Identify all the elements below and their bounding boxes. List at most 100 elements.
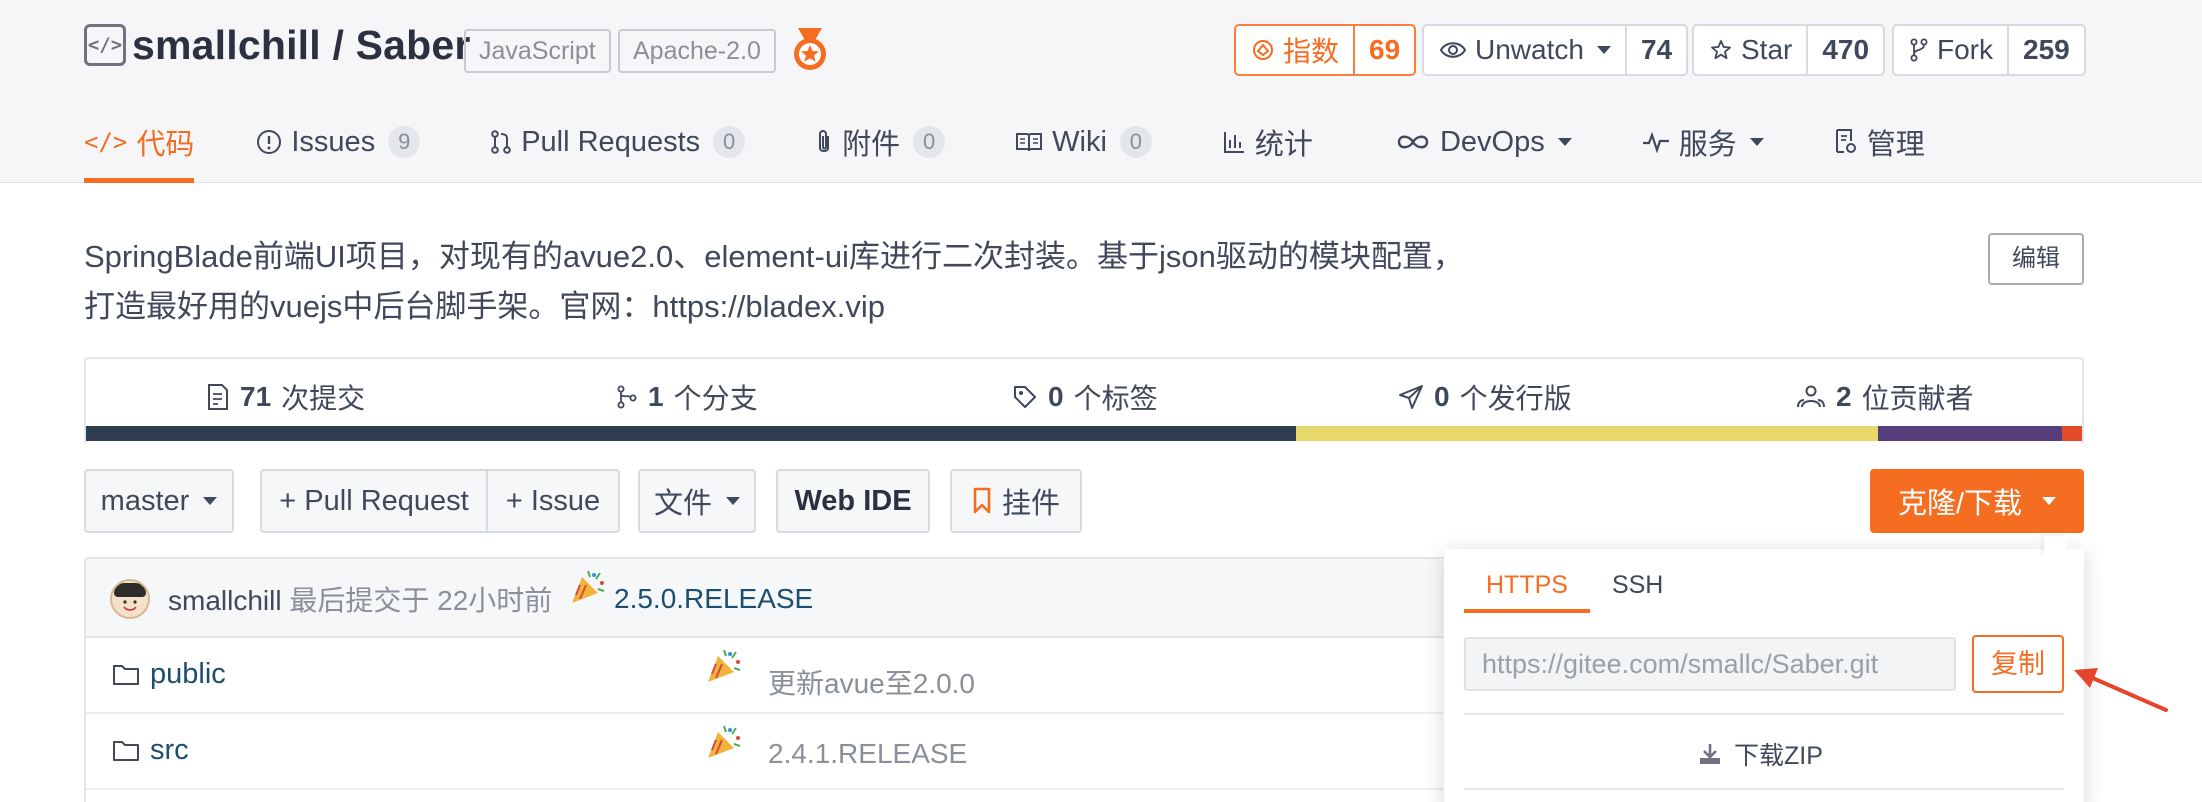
branches-summary[interactable]: 1 个分支	[616, 377, 758, 417]
commits-count: 71	[240, 381, 272, 412]
releases-count: 0	[1434, 381, 1450, 412]
commits-summary[interactable]: 71 次提交	[206, 377, 365, 417]
tab-issues[interactable]: Issues 9	[256, 114, 421, 170]
tab-https[interactable]: HTTPS	[1464, 567, 1590, 613]
new-pull-request-button[interactable]: + Pull Request	[260, 469, 488, 533]
new-issue-button[interactable]: + Issue	[486, 469, 620, 533]
pull-request-icon	[491, 130, 512, 154]
tab-manage-label: 管理	[1866, 129, 1925, 161]
download-zip-link[interactable]: 下载ZIP	[1698, 736, 1823, 772]
divider	[1464, 713, 2064, 715]
book-icon	[1016, 133, 1043, 152]
contributors-count: 2	[1836, 381, 1852, 412]
star-count[interactable]: 470	[1808, 26, 1883, 74]
tab-wiki-label: Wiki	[1052, 125, 1107, 158]
edit-description-button[interactable]: 编辑	[1988, 233, 2084, 285]
avatar[interactable]	[110, 579, 150, 619]
repo-header: </> smallchill / Saber JavaScript Apache…	[0, 0, 2202, 183]
file-name[interactable]: public	[150, 658, 226, 691]
index-stat[interactable]: 指数 69	[1234, 24, 1417, 76]
clone-url-field[interactable]: https://gitee.com/smallc/Saber.git	[1464, 637, 1956, 691]
attachments-count-badge: 0	[913, 126, 946, 158]
branch-select-label: master	[100, 484, 190, 517]
repo-code-icon: </>	[84, 24, 126, 66]
infinity-icon	[1397, 135, 1429, 149]
fork-stat[interactable]: Fork 259	[1892, 24, 2086, 76]
language-bar-segment[interactable]	[1878, 426, 2063, 441]
issues-count-badge: 9	[388, 126, 421, 158]
widget-label: 挂件	[1001, 488, 1060, 520]
chevron-down-icon	[2042, 497, 2057, 505]
tab-code[interactable]: </> 代码	[84, 114, 195, 183]
file-name[interactable]: src	[150, 734, 189, 767]
commit-time: 最后提交于 22小时前	[289, 585, 553, 616]
tab-pull-requests[interactable]: Pull Requests 0	[490, 114, 746, 170]
folder-icon	[113, 665, 139, 685]
tab-manage[interactable]: 管理	[1834, 114, 1925, 170]
wiki-count-badge: 0	[1119, 126, 1152, 158]
repo-description: SpringBlade前端UI项目，对现有的avue2.0、element-ui…	[84, 232, 1534, 332]
web-ide-button[interactable]: Web IDE	[776, 469, 930, 533]
clone-download-button[interactable]: 克隆/下载	[1870, 469, 2084, 533]
commit-author-line: smallchill 最后提交于 22小时前	[168, 579, 552, 619]
fork-count[interactable]: 259	[2009, 26, 2084, 74]
tab-devops[interactable]: DevOps	[1395, 114, 1572, 170]
settings-doc-icon	[1835, 129, 1856, 153]
language-bar-segment[interactable]	[2062, 426, 2082, 441]
file-commit-message[interactable]: 更新avue至2.0.0	[768, 662, 975, 702]
tab-ssh[interactable]: SSH	[1590, 567, 1685, 613]
tab-stats[interactable]: 统计	[1222, 114, 1313, 170]
party-popper-icon	[708, 725, 741, 758]
language-tag[interactable]: JavaScript	[464, 29, 611, 73]
commit-message[interactable]: 2.5.0.RELEASE	[614, 583, 813, 615]
repo-title[interactable]: smallchill / Saber	[132, 22, 471, 69]
copy-url-button[interactable]: 复制	[1972, 635, 2064, 693]
language-bar-segment[interactable]	[1295, 426, 1879, 441]
eye-icon	[1440, 42, 1466, 58]
watch-count[interactable]: 74	[1627, 26, 1686, 74]
tab-stats-label: 统计	[1254, 129, 1313, 161]
language-bar-segment[interactable]	[86, 426, 1296, 441]
contributors-summary[interactable]: 2 位贡献者	[1796, 377, 1974, 417]
tags-summary[interactable]: 0 个标签	[1012, 377, 1158, 417]
commit-author[interactable]: smallchill	[168, 585, 282, 616]
branches-count: 1	[648, 381, 664, 412]
unwatch-button[interactable]: Unwatch	[1424, 26, 1627, 74]
commits-label: 次提交	[281, 383, 366, 414]
star-button[interactable]: Star	[1694, 26, 1809, 74]
tag-icon	[1014, 386, 1036, 408]
branches-label: 个分支	[673, 383, 758, 414]
download-zip-label: 下载ZIP	[1734, 742, 1823, 770]
widget-button[interactable]: 挂件	[950, 469, 1082, 533]
star-label: Star	[1741, 34, 1793, 65]
tab-issues-label: Issues	[291, 125, 376, 158]
tags-label: 个标签	[1073, 383, 1158, 414]
contributors-icon	[1797, 385, 1825, 408]
license-tag[interactable]: Apache-2.0	[618, 29, 776, 73]
description-line-2: 打造最好用的vuejs中后台脚手架。官网：https://bladex.vip	[84, 289, 886, 324]
tab-attachments[interactable]: 附件 0	[815, 114, 946, 170]
watch-stat[interactable]: Unwatch 74	[1422, 24, 1689, 76]
fork-button[interactable]: Fork	[1894, 26, 2009, 74]
branch-icon	[617, 385, 637, 409]
party-popper-icon	[708, 649, 741, 682]
releases-summary[interactable]: 0 个发行版	[1398, 377, 1572, 417]
unwatch-label: Unwatch	[1475, 34, 1584, 65]
annotation-arrow-icon	[2074, 668, 2168, 712]
clone-dropdown: HTTPS SSH https://gitee.com/smallc/Saber…	[1444, 536, 2084, 802]
bar-chart-icon	[1223, 132, 1244, 153]
language-bar[interactable]	[86, 426, 2082, 441]
pulse-icon	[1642, 131, 1669, 153]
tab-wiki[interactable]: Wiki 0	[1015, 114, 1152, 170]
tab-attachments-label: 附件	[842, 129, 901, 161]
gvp-medal-icon[interactable]	[790, 26, 830, 74]
star-icon	[1711, 40, 1731, 60]
star-stat[interactable]: Star 470	[1692, 24, 1886, 76]
tab-pull-requests-label: Pull Requests	[521, 125, 701, 158]
branch-select[interactable]: master	[84, 469, 234, 533]
file-commit-message[interactable]: 2.4.1.RELEASE	[768, 738, 967, 770]
chevron-down-icon	[1596, 46, 1611, 54]
tab-services[interactable]: 服务	[1642, 114, 1764, 170]
commit-doc-icon	[208, 384, 228, 410]
file-menu-button[interactable]: 文件	[638, 469, 756, 533]
